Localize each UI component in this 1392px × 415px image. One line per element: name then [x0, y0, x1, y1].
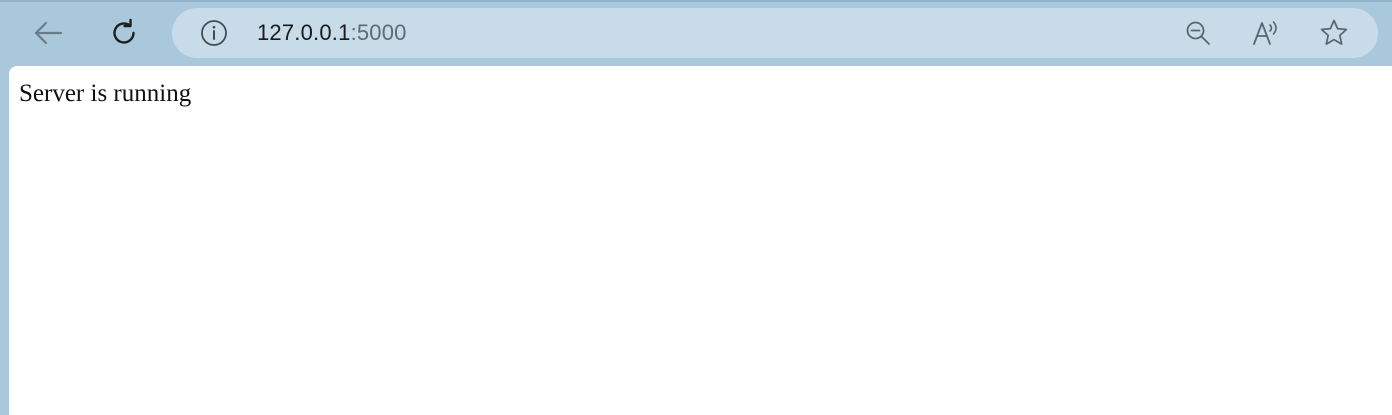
- page-content: Server is running: [9, 66, 1392, 415]
- refresh-icon: [113, 18, 135, 44]
- zoom-button[interactable]: [1182, 18, 1214, 48]
- url-port: :5000: [350, 20, 407, 45]
- browser-toolbar: 127.0.0.1:5000: [0, 0, 1392, 66]
- favorite-button[interactable]: [1318, 18, 1350, 48]
- back-arrow-icon: [34, 21, 63, 45]
- favorite-star-icon: [1320, 19, 1348, 45]
- zoom-out-icon: [1186, 21, 1210, 45]
- back-button[interactable]: [26, 12, 70, 54]
- server-status-text: Server is running: [19, 80, 192, 107]
- site-info-button[interactable]: [200, 19, 228, 47]
- read-aloud-icon: [1253, 21, 1277, 45]
- toolbar-top-border: [0, 0, 1392, 2]
- address-bar[interactable]: 127.0.0.1:5000: [172, 8, 1378, 58]
- url-text[interactable]: 127.0.0.1:5000: [257, 20, 407, 46]
- refresh-button[interactable]: [102, 12, 146, 54]
- url-host: 127.0.0.1: [257, 20, 351, 45]
- read-aloud-button[interactable]: [1251, 18, 1283, 48]
- info-icon: [201, 20, 227, 46]
